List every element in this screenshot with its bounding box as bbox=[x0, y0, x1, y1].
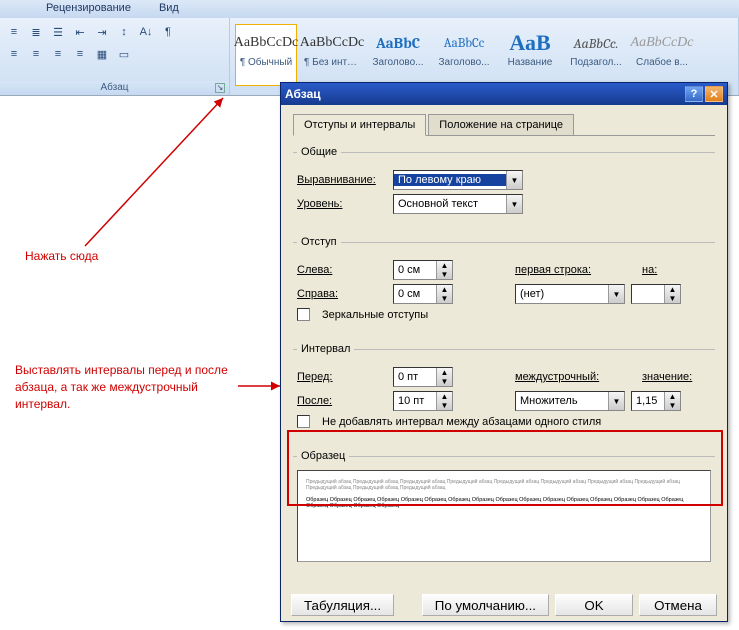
no-add-checkbox[interactable] bbox=[297, 415, 310, 428]
increase-indent-icon[interactable]: ⇥ bbox=[92, 22, 112, 42]
sort-icon[interactable]: A↓ bbox=[136, 22, 156, 42]
ok-button[interactable]: OK bbox=[555, 594, 633, 616]
spinner-icon[interactable]: ▲▼ bbox=[664, 392, 680, 410]
label-before: Перед: bbox=[297, 371, 387, 383]
preview-main: Образец Образец Образец Образец Образец … bbox=[306, 497, 702, 509]
spacing-after-spin[interactable]: 10 пт ▲▼ bbox=[393, 391, 453, 411]
multilevel-icon[interactable]: ☰ bbox=[48, 22, 68, 42]
fieldset-general: Общие Выравнивание: По левому краю ▼ Уро… bbox=[293, 146, 715, 230]
borders-icon[interactable]: ▭ bbox=[114, 44, 134, 64]
decrease-indent-icon[interactable]: ⇤ bbox=[70, 22, 90, 42]
chevron-down-icon[interactable]: ▼ bbox=[506, 195, 522, 213]
legend-interval: Интервал bbox=[297, 343, 354, 355]
tabs-button[interactable]: Табуляция... bbox=[291, 594, 394, 616]
label-left: Слева: bbox=[297, 264, 387, 276]
style-no-spacing[interactable]: AaBbCcDc ¶ Без инте... bbox=[301, 24, 363, 86]
label-line-spacing: междустрочный: bbox=[515, 371, 615, 383]
legend-sample: Образец bbox=[297, 450, 349, 462]
style-normal[interactable]: AaBbCcDc ¶ Обычный bbox=[235, 24, 297, 86]
tab-position[interactable]: Положение на странице bbox=[428, 114, 574, 136]
arrow-to-launcher bbox=[75, 96, 245, 256]
label-after: После: bbox=[297, 395, 387, 407]
style-subtitle[interactable]: AaBbCc. Подзагол... bbox=[565, 24, 627, 86]
style-title[interactable]: АаВ Название bbox=[499, 24, 561, 86]
tab-indents[interactable]: Отступы и интервалы bbox=[293, 114, 426, 136]
label-right: Справа: bbox=[297, 288, 387, 300]
preview-dim: Предыдущий абзац Предыдущий абзац Предыд… bbox=[306, 479, 702, 491]
spinner-icon[interactable]: ▲▼ bbox=[436, 261, 452, 279]
close-button[interactable]: ✕ bbox=[705, 86, 723, 102]
paragraph-buttons: ≡ ≣ ☰ ⇤ ⇥ ↕ A↓ ¶ ≡ ≡ ≡ ≡ ▦ ▭ bbox=[4, 22, 200, 64]
numbering-icon[interactable]: ≣ bbox=[26, 22, 46, 42]
label-no-add: Не добавлять интервал между абзацами одн… bbox=[322, 416, 601, 428]
align-right-icon[interactable]: ≡ bbox=[48, 44, 68, 64]
show-marks-icon[interactable]: ¶ bbox=[158, 22, 178, 42]
level-combo[interactable]: Основной текст ▼ bbox=[393, 194, 523, 214]
label-value: значение: bbox=[642, 371, 692, 383]
dialog-titlebar[interactable]: Абзац ? ✕ bbox=[281, 83, 727, 105]
chevron-down-icon[interactable]: ▼ bbox=[506, 171, 522, 189]
preview-box: Предыдущий абзац Предыдущий абзац Предыд… bbox=[297, 470, 711, 562]
label-first-line: первая строка: bbox=[515, 264, 615, 276]
style-heading2[interactable]: AaBbCc Заголово... bbox=[433, 24, 495, 86]
cancel-button[interactable]: Отмена bbox=[639, 594, 717, 616]
align-left-icon[interactable]: ≡ bbox=[4, 44, 24, 64]
fieldset-interval: Интервал Перед: 0 пт ▲▼ междустрочный: з… bbox=[293, 343, 715, 444]
label-on: на: bbox=[642, 264, 657, 276]
bullets-icon[interactable]: ≡ bbox=[4, 22, 24, 42]
paragraph-dialog-launcher[interactable]: ↘ bbox=[215, 83, 225, 93]
indent-left-spin[interactable]: 0 см ▲▼ bbox=[393, 260, 453, 280]
tab-review[interactable]: Рецензирование bbox=[42, 0, 135, 18]
group-label-paragraph: Абзац ↘ bbox=[0, 81, 229, 95]
line-spacing-icon[interactable]: ↕ bbox=[114, 22, 134, 42]
label-alignment: Выравнивание: bbox=[297, 174, 387, 186]
spinner-icon[interactable]: ▲▼ bbox=[436, 392, 452, 410]
line-spacing-value-spin[interactable]: 1,15 ▲▼ bbox=[631, 391, 681, 411]
legend-indent: Отступ bbox=[297, 236, 341, 248]
chevron-down-icon[interactable]: ▼ bbox=[608, 285, 624, 303]
align-justify-icon[interactable]: ≡ bbox=[70, 44, 90, 64]
legend-general: Общие bbox=[297, 146, 341, 158]
line-spacing-combo[interactable]: Множитель ▼ bbox=[515, 391, 625, 411]
chevron-down-icon[interactable]: ▼ bbox=[608, 392, 624, 410]
label-mirror: Зеркальные отступы bbox=[322, 309, 428, 321]
spinner-icon[interactable]: ▲▼ bbox=[436, 285, 452, 303]
indent-right-spin[interactable]: 0 см ▲▼ bbox=[393, 284, 453, 304]
first-line-combo[interactable]: (нет) ▼ bbox=[515, 284, 625, 304]
paragraph-label: Абзац bbox=[100, 82, 128, 93]
align-center-icon[interactable]: ≡ bbox=[26, 44, 46, 64]
paragraph-dialog: Абзац ? ✕ Отступы и интервалы Положение … bbox=[280, 82, 728, 622]
fieldset-indent: Отступ Слева: 0 см ▲▼ первая строка: на:… bbox=[293, 236, 715, 337]
spinner-icon[interactable]: ▲▼ bbox=[664, 285, 680, 303]
style-weak[interactable]: AaBbCcDc Слабое в... bbox=[631, 24, 693, 86]
spinner-icon[interactable]: ▲▼ bbox=[436, 368, 452, 386]
label-level: Уровень: bbox=[297, 198, 387, 210]
anno-interval: Выставлять интервалы перед и после абзац… bbox=[15, 362, 255, 412]
tab-view[interactable]: Вид bbox=[155, 0, 183, 18]
alignment-combo[interactable]: По левому краю ▼ bbox=[393, 170, 523, 190]
first-line-value-spin[interactable]: ▲▼ bbox=[631, 284, 681, 304]
shading-icon[interactable]: ▦ bbox=[92, 44, 112, 64]
mirror-checkbox[interactable] bbox=[297, 308, 310, 321]
style-heading1[interactable]: AaBbC Заголово... bbox=[367, 24, 429, 86]
default-button[interactable]: По умолчанию... bbox=[422, 594, 549, 616]
spacing-before-spin[interactable]: 0 пт ▲▼ bbox=[393, 367, 453, 387]
dialog-title: Абзац bbox=[285, 87, 321, 101]
help-button[interactable]: ? bbox=[685, 86, 703, 102]
fieldset-sample: Образец Предыдущий абзац Предыдущий абза… bbox=[293, 450, 715, 574]
